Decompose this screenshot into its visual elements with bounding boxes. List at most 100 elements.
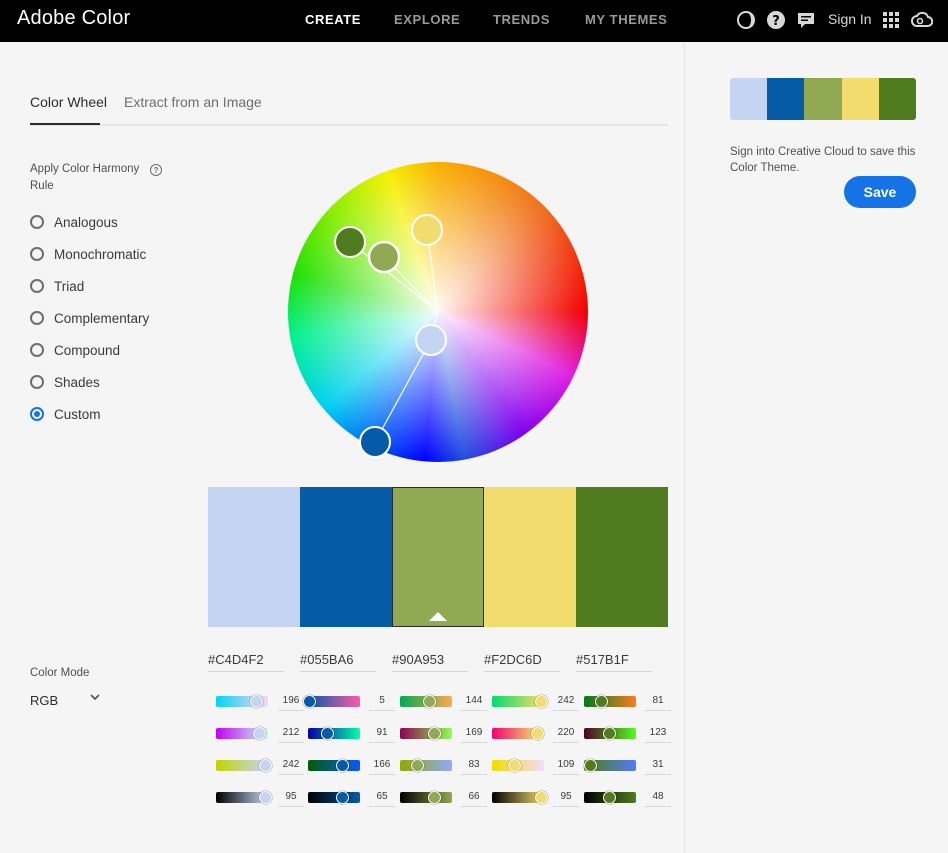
slider-knob-icon[interactable] xyxy=(584,759,598,772)
wheel-handles[interactable] xyxy=(288,162,588,462)
creative-cloud-icon[interactable] xyxy=(911,9,933,31)
harmony-option-shades[interactable]: Shades xyxy=(30,373,100,391)
slider-k-4[interactable] xyxy=(492,791,549,804)
hex-input-4[interactable]: #F2DC6D xyxy=(484,648,560,672)
slider-g-1[interactable] xyxy=(216,727,268,740)
slider-knob-icon[interactable] xyxy=(335,791,349,804)
wheel-handle-1[interactable] xyxy=(415,324,447,356)
slider-knob-icon[interactable] xyxy=(530,727,544,740)
apps-grid-icon[interactable] xyxy=(880,9,902,31)
save-button[interactable]: Save xyxy=(844,176,916,208)
swatch-5[interactable] xyxy=(576,487,668,627)
app-title[interactable]: Adobe Color xyxy=(17,7,130,30)
slider-knob-icon[interactable] xyxy=(428,791,442,804)
radio-icon[interactable] xyxy=(30,375,44,389)
slider-knob-icon[interactable] xyxy=(303,695,317,708)
slider-value-r-5[interactable]: 81 xyxy=(645,691,671,711)
slider-knob-icon[interactable] xyxy=(428,727,442,740)
slider-value-g-1[interactable]: 212 xyxy=(278,723,304,743)
wheel-handle-2[interactable] xyxy=(359,426,391,458)
slider-g-5[interactable] xyxy=(584,727,636,740)
slider-knob-icon[interactable] xyxy=(320,727,334,740)
slider-knob-icon[interactable] xyxy=(508,759,522,772)
slider-value-g-4[interactable]: 220 xyxy=(553,723,579,743)
slider-b-5[interactable] xyxy=(584,759,636,772)
hex-input-5[interactable]: #517B1F xyxy=(576,648,652,672)
swatch-4[interactable] xyxy=(484,487,576,627)
slider-value-b-1[interactable]: 242 xyxy=(278,755,304,775)
slider-k-5[interactable] xyxy=(584,791,636,804)
swatch-3-selected[interactable] xyxy=(392,487,484,627)
slider-knob-icon[interactable] xyxy=(594,695,608,708)
radio-icon[interactable] xyxy=(30,215,44,229)
slider-knob-icon[interactable] xyxy=(253,727,267,740)
tab-extract-from-image[interactable]: Extract from an Image xyxy=(124,94,262,110)
slider-value-b-2[interactable]: 166 xyxy=(369,755,395,775)
wheel-handle-5[interactable] xyxy=(334,226,366,258)
nav-explore[interactable]: EXPLORE xyxy=(394,12,460,27)
slider-value-k-3[interactable]: 66 xyxy=(461,787,487,807)
slider-k-1[interactable] xyxy=(216,791,273,804)
nav-create[interactable]: CREATE xyxy=(305,12,361,27)
slider-knob-icon[interactable] xyxy=(423,695,437,708)
color-wheel[interactable] xyxy=(288,162,588,462)
radio-icon[interactable] xyxy=(30,311,44,325)
slider-value-k-2[interactable]: 65 xyxy=(369,787,395,807)
wheel-handle-3-selected[interactable] xyxy=(367,240,401,274)
slider-knob-icon[interactable] xyxy=(259,791,273,804)
chevron-down-icon[interactable] xyxy=(90,692,100,702)
slider-value-r-3[interactable]: 144 xyxy=(461,691,487,711)
radio-selected-icon[interactable] xyxy=(30,407,44,421)
slider-value-k-1[interactable]: 95 xyxy=(278,787,304,807)
swatch-1[interactable] xyxy=(208,487,300,627)
help-icon[interactable]: ? xyxy=(765,9,787,31)
slider-g-4[interactable] xyxy=(492,727,544,740)
harmony-option-monochromatic[interactable]: Monochromatic xyxy=(30,245,146,263)
slider-value-g-5[interactable]: 123 xyxy=(645,723,671,743)
slider-knob-icon[interactable] xyxy=(602,791,616,804)
slider-value-k-4[interactable]: 95 xyxy=(553,787,579,807)
slider-b-2[interactable] xyxy=(308,759,360,772)
slider-value-b-3[interactable]: 83 xyxy=(461,755,487,775)
swatch-2[interactable] xyxy=(300,487,392,627)
slider-r-1[interactable] xyxy=(216,695,268,708)
slider-k-3[interactable] xyxy=(400,791,452,804)
harmony-option-custom[interactable]: Custom xyxy=(30,405,101,423)
slider-knob-icon[interactable] xyxy=(259,759,273,772)
slider-value-g-3[interactable]: 169 xyxy=(461,723,487,743)
slider-g-2[interactable] xyxy=(308,727,360,740)
harmony-option-triad[interactable]: Triad xyxy=(30,277,84,295)
hex-input-1[interactable]: #C4D4F2 xyxy=(208,648,284,672)
radio-icon[interactable] xyxy=(30,247,44,261)
hex-input-3[interactable]: #90A953 xyxy=(392,648,468,672)
slider-value-g-2[interactable]: 91 xyxy=(369,723,395,743)
slider-r-4[interactable] xyxy=(492,695,549,708)
slider-knob-icon[interactable] xyxy=(603,727,617,740)
harmony-option-analogous[interactable]: Analogous xyxy=(30,213,118,231)
slider-value-r-2[interactable]: 5 xyxy=(369,691,395,711)
tab-color-wheel[interactable]: Color Wheel xyxy=(30,94,107,110)
slider-knob-icon[interactable] xyxy=(410,759,424,772)
slider-knob-icon[interactable] xyxy=(535,791,549,804)
slider-b-1[interactable] xyxy=(216,759,273,772)
harmony-option-compound[interactable]: Compound xyxy=(30,341,120,359)
slider-r-2[interactable] xyxy=(303,695,360,708)
harmony-option-complementary[interactable]: Complementary xyxy=(30,309,149,327)
radio-icon[interactable] xyxy=(30,279,44,293)
nav-trends[interactable]: TRENDS xyxy=(493,12,550,27)
radio-icon[interactable] xyxy=(30,343,44,357)
slider-knob-icon[interactable] xyxy=(335,759,349,772)
slider-value-k-5[interactable]: 48 xyxy=(645,787,671,807)
slider-value-b-4[interactable]: 109 xyxy=(553,755,579,775)
slider-knob-icon[interactable] xyxy=(535,695,549,708)
slider-r-3[interactable] xyxy=(400,695,452,708)
slider-value-b-5[interactable]: 31 xyxy=(645,755,671,775)
wheel-handle-4[interactable] xyxy=(411,214,443,246)
slider-b-3[interactable] xyxy=(400,759,452,772)
nav-my-themes[interactable]: MY THEMES xyxy=(585,12,667,27)
slider-value-r-1[interactable]: 196 xyxy=(278,691,304,711)
sign-in-link[interactable]: Sign In xyxy=(828,11,872,27)
hex-input-2[interactable]: #055BA6 xyxy=(300,648,376,672)
chat-icon[interactable] xyxy=(795,9,817,31)
moon-icon[interactable] xyxy=(735,9,757,31)
